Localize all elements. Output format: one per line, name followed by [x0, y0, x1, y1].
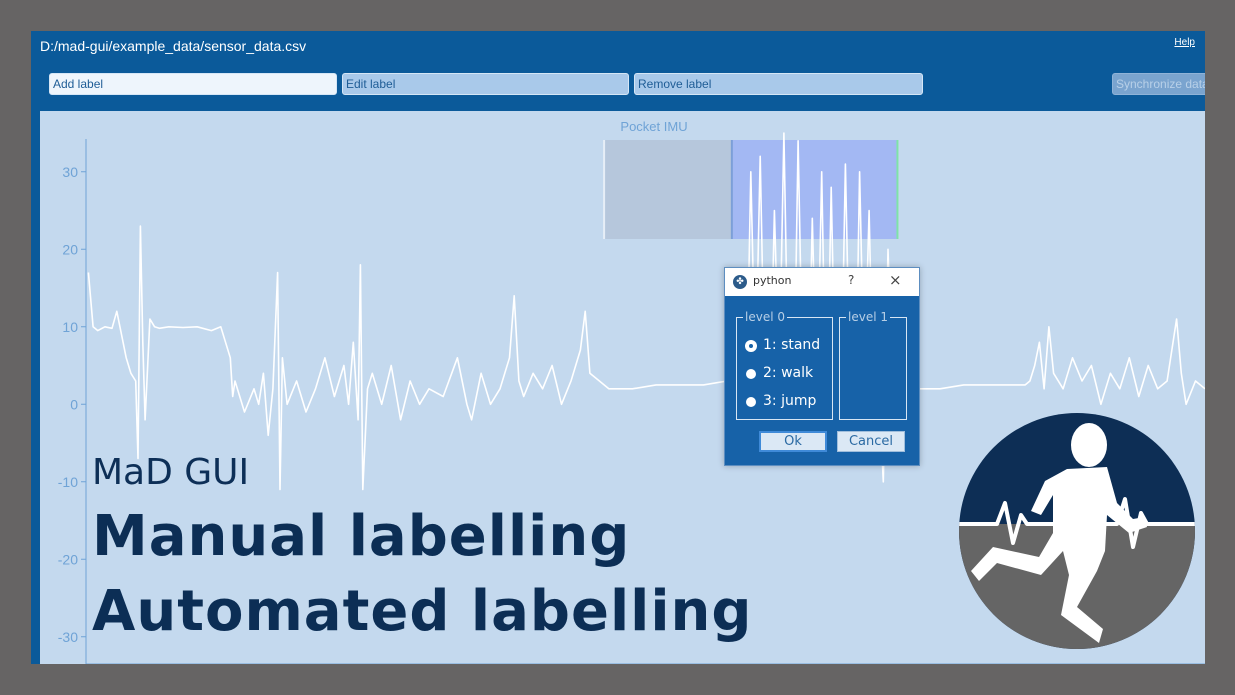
headline-automated-labelling: Automated labelling — [92, 579, 753, 644]
cancel-button[interactable]: Cancel — [837, 431, 905, 452]
close-icon[interactable]: × — [889, 271, 902, 289]
title-bar: D:/mad-gui/example_data/sensor_data.csv … — [31, 31, 1205, 61]
synchronize-data-button[interactable]: Synchronize data — [1112, 73, 1205, 95]
headline-manual-labelling: Manual labelling — [92, 504, 631, 569]
brand-name: MaD GUI — [92, 452, 250, 493]
level-0-title: level 0 — [743, 309, 787, 325]
label-dialog[interactable]: ✤ python ? × level 0 1: stand 2: walk 3:… — [724, 267, 920, 466]
remove-label-button[interactable]: Remove label — [634, 73, 923, 95]
label-region-0 — [604, 140, 732, 239]
y-tick-label: -10 — [58, 474, 78, 490]
dialog-title: python — [753, 274, 792, 287]
y-tick-label: 30 — [62, 164, 78, 180]
radio-option-label: 1: stand — [763, 337, 821, 353]
y-tick-label: -30 — [58, 629, 78, 645]
help-link[interactable]: Help — [1174, 37, 1195, 48]
level-1-title: level 1 — [846, 309, 890, 325]
runner-logo-icon — [959, 413, 1195, 649]
y-tick-label: -20 — [58, 551, 78, 567]
edit-label-button[interactable]: Edit label — [342, 73, 629, 95]
radio-button-icon[interactable] — [746, 341, 756, 351]
radio-option-label: 2: walk — [763, 365, 814, 381]
y-tick-label: 0 — [70, 396, 78, 412]
level-1-group: level 1 — [839, 309, 907, 420]
label-region-1 — [731, 140, 898, 239]
radio-button-icon[interactable] — [746, 369, 756, 379]
y-tick-label: 20 — [62, 241, 78, 257]
add-label-button[interactable]: Add label — [49, 73, 337, 95]
file-path-label: D:/mad-gui/example_data/sensor_data.csv — [40, 38, 307, 54]
ok-button[interactable]: Ok — [759, 431, 827, 452]
level-0-group: level 0 1: stand 2: walk 3: jump — [736, 309, 833, 420]
radio-button-icon[interactable] — [746, 397, 756, 407]
dialog-title-bar: ✤ python ? × — [725, 268, 919, 296]
radio-option-label: 3: jump — [763, 393, 817, 409]
y-tick-label: 10 — [62, 319, 78, 335]
plot-title: Pocket IMU — [620, 119, 687, 134]
python-icon: ✤ — [733, 275, 747, 289]
help-icon[interactable]: ? — [848, 273, 854, 287]
